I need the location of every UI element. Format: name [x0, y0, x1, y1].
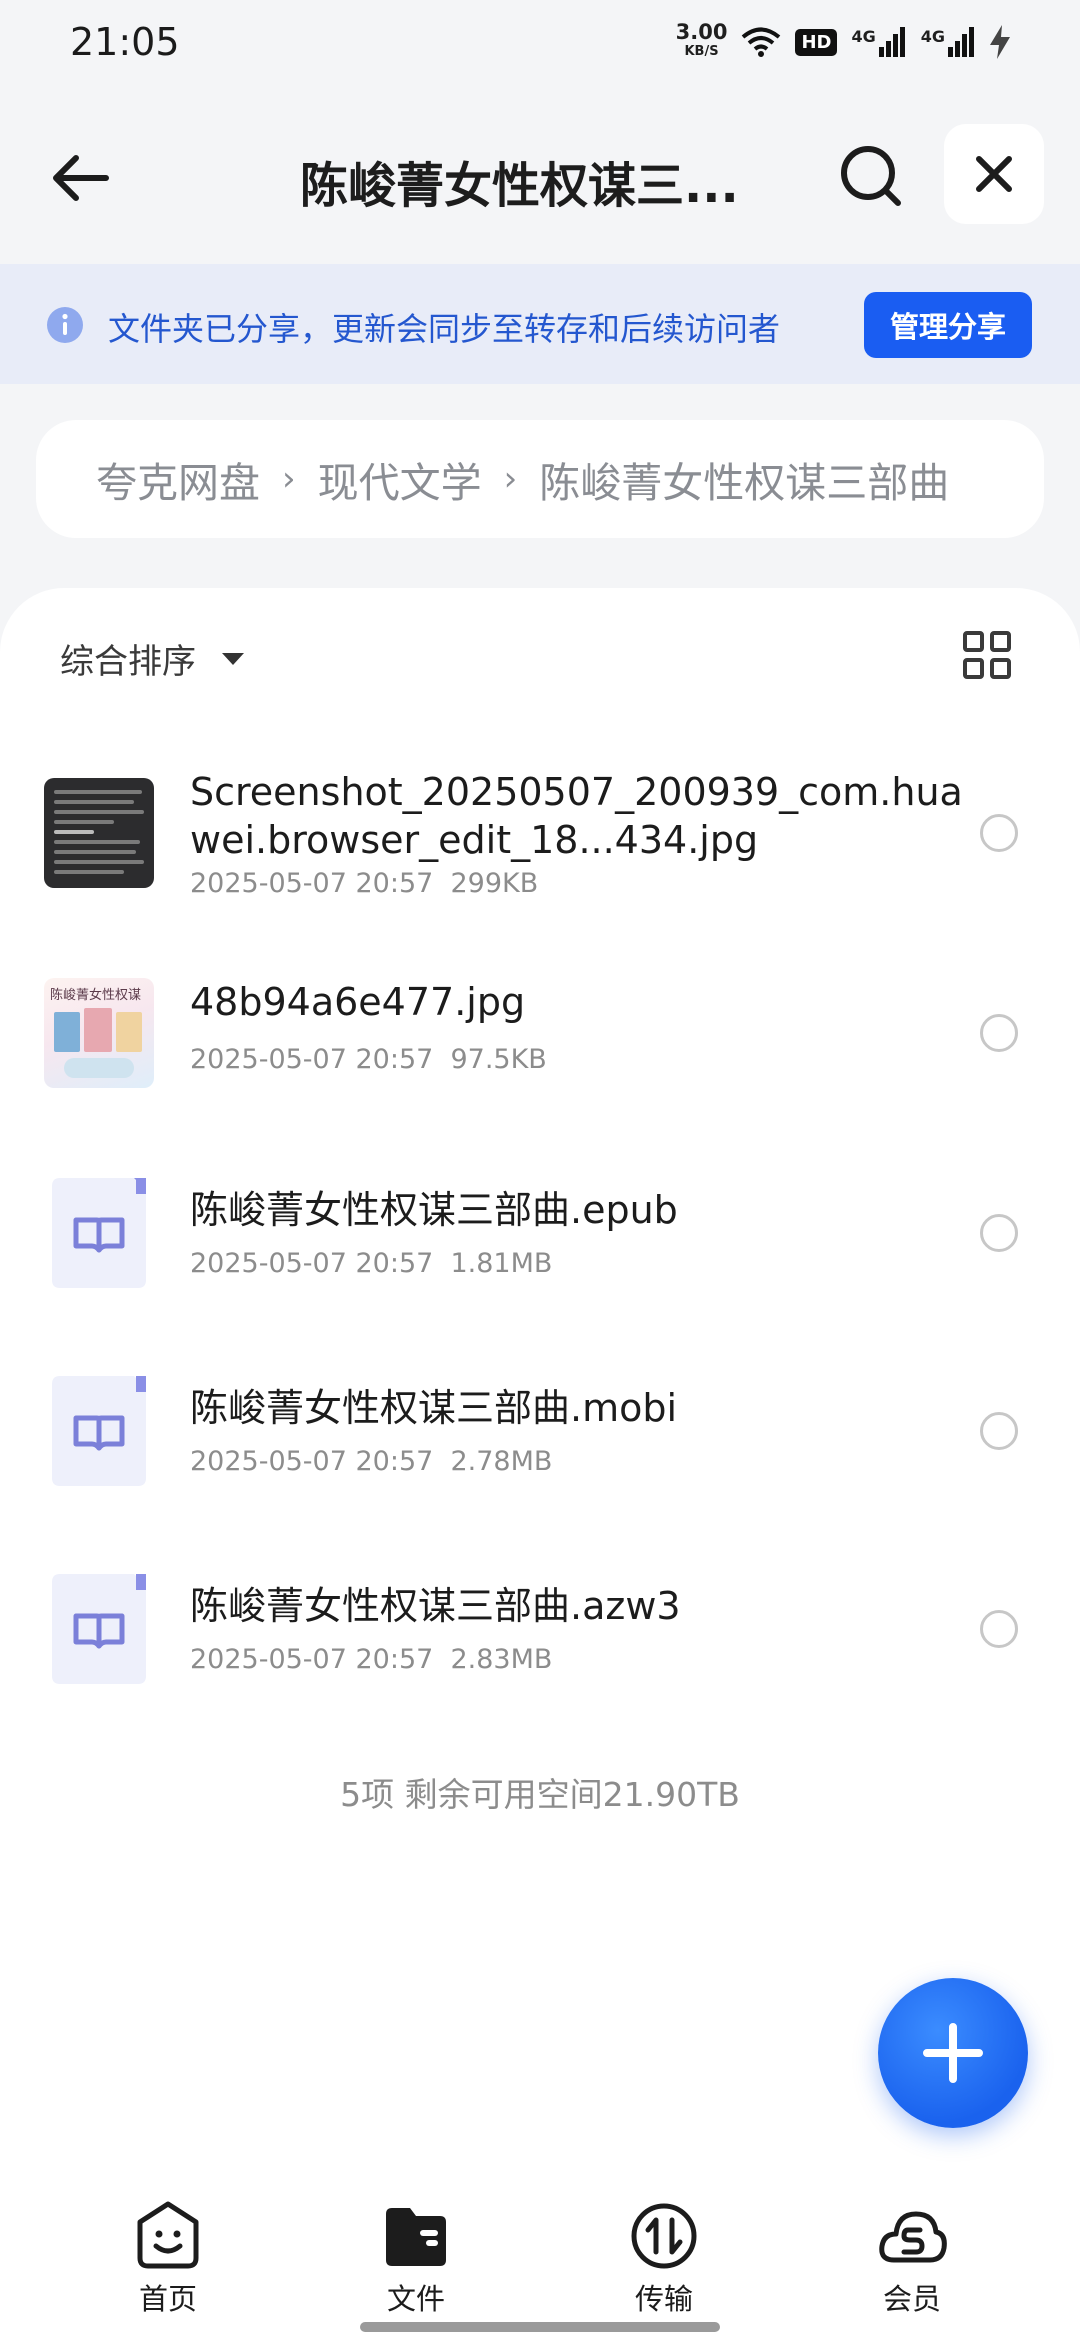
search-button[interactable]: [836, 141, 906, 211]
search-icon: [841, 146, 901, 206]
select-radio[interactable]: [980, 1014, 1018, 1052]
breadcrumb: 夸克网盘 › 现代文学 › 陈峻菁女性权谋三部曲: [36, 420, 1044, 538]
file-name: Screenshot_20250507_200939_com.huawei.br…: [190, 770, 963, 862]
status-icons: 3.00 KB/S HD 4G 4G: [676, 22, 1010, 62]
file-date: 2025-05-07 20:57: [190, 1248, 434, 1279]
status-time: 21:05: [70, 20, 180, 64]
list-item[interactable]: 陈峻菁女性权谋三部曲.mobi 2025-05-07 20:57 2.78MB: [0, 1376, 1080, 1516]
share-status-text: 文件夹已分享，更新会同步至转存和后续访问者: [108, 310, 781, 348]
select-radio[interactable]: [980, 1412, 1018, 1450]
page-title: 陈峻菁女性权谋三...: [300, 158, 739, 214]
manage-share-button[interactable]: 管理分享: [864, 292, 1032, 358]
hd-voice-badge: HD: [795, 28, 838, 56]
list-item[interactable]: 陈峻菁女性权谋 48b94a6e477.jpg 2025-05-07 20:57…: [0, 978, 1080, 1118]
select-radio[interactable]: [980, 1610, 1018, 1648]
sort-dropdown[interactable]: 综合排序: [60, 634, 244, 683]
nav-item-home[interactable]: 首页: [98, 2200, 238, 2318]
caret-down-icon: [222, 652, 244, 665]
nav-label-home: 首页: [138, 2282, 197, 2316]
nav-label-transfer: 传输: [634, 2282, 693, 2316]
network-speed-value: 3.00: [675, 20, 728, 44]
breadcrumb-item-root[interactable]: 夸克网盘: [96, 449, 260, 509]
breadcrumb-item-parent[interactable]: 现代文学: [318, 449, 482, 509]
file-date: 2025-05-07 20:57: [190, 868, 434, 899]
storage-summary: 5项 剩余可用空间21.90TB: [340, 1775, 740, 1814]
file-meta: 2025-05-07 20:57 97.5KB: [190, 1044, 547, 1075]
info-icon: [47, 307, 83, 343]
file-size: 2.78MB: [450, 1446, 553, 1477]
signal-bars-icon: [948, 27, 974, 57]
charging-bolt-icon: [990, 25, 1010, 59]
file-name: 48b94a6e477.jpg: [190, 980, 526, 1024]
signal-4g-secondary: 4G: [921, 27, 976, 57]
bottom-nav: 首页 文件 传输 会员: [0, 2200, 1080, 2340]
back-button[interactable]: [46, 143, 116, 213]
vip-cloud-icon: [879, 2211, 947, 2263]
nav-item-vip[interactable]: 会员: [842, 2200, 982, 2318]
sort-label: 综合排序: [60, 642, 196, 682]
nav-item-transfer[interactable]: 传输: [594, 2200, 734, 2318]
breadcrumb-separator: ›: [503, 459, 518, 499]
file-size: 97.5KB: [450, 1044, 547, 1075]
file-date: 2025-05-07 20:57: [190, 1446, 434, 1477]
file-meta: 2025-05-07 20:57 1.81MB: [190, 1248, 552, 1279]
select-radio[interactable]: [980, 1214, 1018, 1252]
book-file-icon: [52, 1574, 146, 1684]
select-radio[interactable]: [980, 814, 1018, 852]
list-item[interactable]: 陈峻菁女性权谋三部曲.azw3 2025-05-07 20:57 2.83MB: [0, 1574, 1080, 1714]
file-date: 2025-05-07 20:57: [190, 1044, 434, 1075]
share-banner: 文件夹已分享，更新会同步至转存和后续访问者 管理分享: [0, 264, 1080, 384]
list-item[interactable]: 陈峻菁女性权谋三部曲.epub 2025-05-07 20:57 1.81MB: [0, 1178, 1080, 1318]
plus-icon: [923, 2023, 983, 2083]
status-bar: 21:05 3.00 KB/S HD 4G 4G: [0, 0, 1080, 84]
file-meta: 2025-05-07 20:57 2.83MB: [190, 1644, 552, 1675]
close-button[interactable]: [944, 124, 1044, 224]
file-meta: 2025-05-07 20:57 299KB: [190, 868, 538, 899]
file-meta: 2025-05-07 20:57 2.78MB: [190, 1446, 552, 1477]
image-thumbnail: [44, 778, 154, 888]
file-date: 2025-05-07 20:57: [190, 1644, 434, 1675]
file-name: 陈峻菁女性权谋三部曲.mobi: [190, 1386, 678, 1430]
nav-label-vip: 会员: [882, 2282, 941, 2316]
list-item[interactable]: Screenshot_20250507_200939_com.huawei.br…: [0, 768, 1080, 928]
book-file-icon: [52, 1376, 146, 1486]
add-button[interactable]: [878, 1978, 1028, 2128]
book-cover-thumbnail: 陈峻菁女性权谋: [44, 978, 154, 1088]
signal-bars-icon: [878, 27, 905, 57]
nav-item-files[interactable]: 文件: [346, 2200, 486, 2318]
file-size: 2.83MB: [450, 1644, 553, 1675]
file-size: 1.81MB: [450, 1248, 553, 1279]
network-type-label: 4G: [851, 27, 876, 46]
wifi-icon: [742, 27, 781, 57]
close-icon: [976, 156, 1012, 192]
folder-icon: [386, 2208, 446, 2266]
transfer-icon: [631, 2203, 697, 2269]
smile-home-icon: [137, 2201, 199, 2269]
breadcrumb-item-current: 陈峻菁女性权谋三部曲: [539, 459, 950, 507]
file-name: 陈峻菁女性权谋三部曲.epub: [190, 1188, 678, 1232]
nav-label-files: 文件: [386, 2282, 445, 2316]
file-name: 陈峻菁女性权谋三部曲.azw3: [190, 1584, 681, 1628]
network-speed: 3.00 KB/S: [676, 22, 728, 62]
cover-title: 陈峻菁女性权谋: [50, 988, 142, 1003]
network-speed-unit: KB/S: [684, 44, 719, 59]
network-type-label-2: 4G: [920, 27, 945, 46]
book-file-icon: [52, 1178, 146, 1288]
top-bar: 陈峻菁女性权谋三...: [0, 110, 1080, 240]
arrow-left-icon: [53, 155, 109, 201]
file-size: 299KB: [450, 868, 539, 899]
grid-view-icon[interactable]: [962, 630, 1012, 680]
breadcrumb-separator: ›: [282, 459, 296, 499]
home-indicator[interactable]: [360, 2322, 720, 2332]
signal-4g-primary: 4G: [851, 27, 906, 57]
